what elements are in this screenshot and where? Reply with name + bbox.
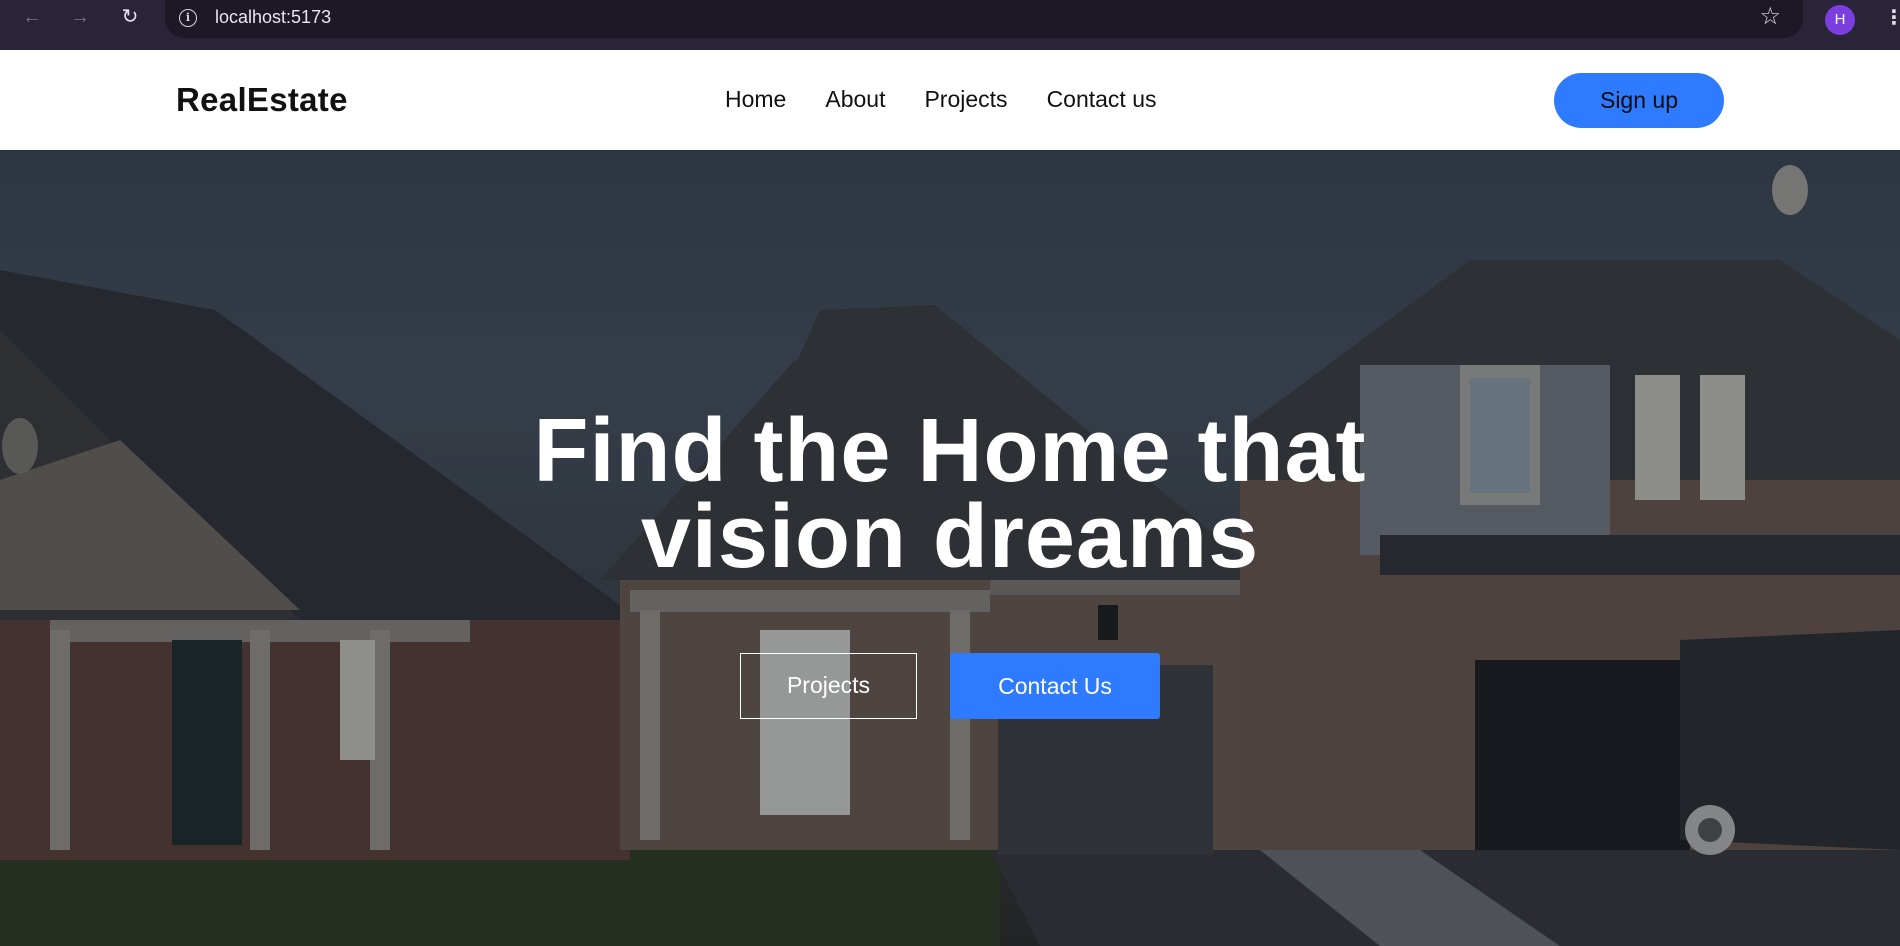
browser-toolbar: ← → ↻ i localhost:5173 ☆ H ⋮	[0, 0, 1900, 50]
hero-title-line-1: Find the Home that	[533, 401, 1367, 501]
profile-avatar[interactable]: H	[1825, 5, 1855, 35]
contact-us-button[interactable]: Contact Us	[950, 653, 1160, 719]
star-icon[interactable]: ☆	[1759, 4, 1781, 30]
forward-arrow-icon[interactable]: →	[68, 5, 92, 29]
url-text[interactable]: localhost:5173	[215, 7, 331, 28]
nav-link-projects[interactable]: Projects	[924, 86, 1007, 113]
nav-link-about[interactable]: About	[825, 86, 885, 113]
site-header: RealEstate Home About Projects Contact u…	[0, 50, 1900, 150]
signup-button[interactable]: Sign up	[1554, 73, 1724, 128]
address-bar[interactable]: i localhost:5173 ☆	[165, 0, 1803, 38]
nav-link-home[interactable]: Home	[725, 86, 786, 113]
hero-title-line-2: vision dreams	[640, 487, 1260, 587]
reload-icon[interactable]: ↻	[118, 5, 142, 29]
projects-button[interactable]: Projects	[740, 653, 917, 719]
nav-link-contact[interactable]: Contact us	[1047, 86, 1157, 113]
hero-section: Find the Home that vision dreams Project…	[0, 150, 1900, 946]
back-arrow-icon[interactable]: ←	[20, 5, 44, 29]
main-nav: Home About Projects Contact us	[725, 86, 1157, 113]
info-icon[interactable]: i	[179, 9, 197, 27]
brand-logo[interactable]: RealEstate	[176, 81, 348, 119]
kebab-menu-icon[interactable]: ⋮	[1884, 8, 1900, 28]
hero-title: Find the Home that vision dreams	[0, 406, 1900, 582]
